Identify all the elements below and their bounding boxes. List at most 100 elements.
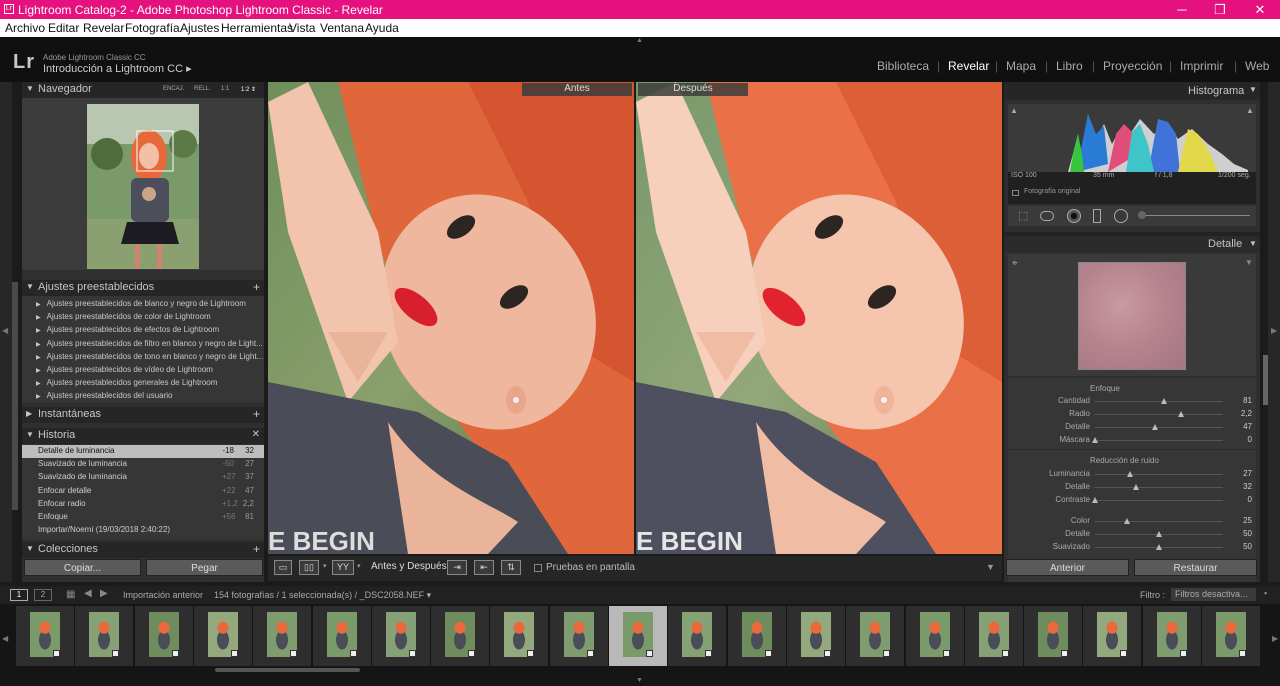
adjustment-brush-slider[interactable]	[1138, 215, 1250, 216]
filmstrip-thumbnail[interactable]	[905, 606, 964, 666]
filmstrip-count[interactable]: 154 fotografías / 1 seleccionada(s) / _D…	[214, 590, 431, 601]
menu-ventana[interactable]: Ventana	[320, 21, 364, 35]
forward-arrow-icon[interactable]: ▶	[100, 588, 108, 599]
radial-filter-icon[interactable]	[1114, 209, 1128, 223]
filmstrip-thumbnail[interactable]	[549, 606, 608, 666]
catalog-subtitle[interactable]: Introducción a Lightroom CC ▸	[43, 62, 192, 75]
preset-folder[interactable]: ▶ Ajustes preestablecidos del usuario	[36, 391, 172, 400]
filmstrip-thumbnail[interactable]	[1142, 606, 1201, 666]
filmstrip-scrollbar[interactable]	[215, 668, 360, 672]
zoom-1-2[interactable]: 1:2 ⇕	[241, 86, 256, 93]
menu-ayuda[interactable]: Ayuda	[365, 21, 399, 35]
menu-herramientas[interactable]: Herramientas	[221, 21, 293, 35]
preset-folder[interactable]: ▶ Ajustes preestablecidos de efectos de L…	[36, 325, 219, 334]
module-imprimir[interactable]: Imprimir	[1180, 59, 1223, 73]
filmstrip-thumbnail[interactable]	[1024, 606, 1083, 666]
filmstrip-thumbnail[interactable]	[490, 606, 549, 666]
adjustment-brush-icon[interactable]	[1138, 211, 1146, 219]
filmstrip-left-icon[interactable]: ◀	[2, 634, 8, 643]
original-photo-checkbox[interactable]	[1012, 190, 1019, 196]
history-item[interactable]: Enfoque +56 81	[22, 511, 264, 524]
filmstrip-thumbnail[interactable]	[75, 606, 134, 666]
preset-folder[interactable]: ▶ Ajustes preestablecidos de color de Lig…	[36, 312, 211, 321]
target-icon[interactable]: ⌖	[1012, 258, 1018, 269]
slider-luminance[interactable]: Luminancia 27	[1008, 468, 1264, 480]
clear-history-icon[interactable]: ✕	[252, 429, 260, 440]
preset-folder[interactable]: ▶ Ajustes preestablecidos generales de Li…	[36, 378, 217, 387]
graduated-filter-icon[interactable]	[1093, 209, 1101, 223]
module-libro[interactable]: Libro	[1056, 59, 1083, 73]
yy-view-button[interactable]: YY	[332, 560, 354, 575]
zoom-fit[interactable]: ENCAJ.	[163, 86, 184, 92]
slider-color[interactable]: Color 25	[1008, 515, 1264, 527]
close-button[interactable]: ✕	[1250, 2, 1270, 18]
maximize-button[interactable]: ❐	[1210, 2, 1230, 18]
before-image[interactable]: E BEGIN	[268, 82, 634, 554]
menu-editar[interactable]: Editar	[48, 21, 79, 35]
navigator-header[interactable]: ▼ Navegador ENCAJ. RELL. 1:1 1:2 ⇕	[22, 82, 264, 98]
preset-folder[interactable]: ▶ Ajustes preestablecidos de vídeo de Lig…	[36, 365, 213, 374]
collapse-bottom-icon[interactable]: ▼	[636, 677, 643, 684]
menu-revelar[interactable]: Revelar	[83, 21, 124, 35]
presets-header[interactable]: ▼ Ajustes preestablecidos +	[22, 280, 264, 296]
slider-sharpen-detail[interactable]: Detalle 47	[1008, 421, 1264, 433]
preset-folder[interactable]: ▶ Ajustes preestablecidos de blanco y neg…	[36, 299, 246, 308]
preset-folder[interactable]: ▶ Ajustes preestablecidos de filtro en bl…	[36, 339, 263, 348]
filmstrip-thumbnail[interactable]	[371, 606, 430, 666]
filmstrip-thumbnail[interactable]	[964, 606, 1023, 666]
slider-sharpen-mask[interactable]: Máscara 0	[1008, 434, 1264, 446]
module-web[interactable]: Web	[1245, 59, 1269, 73]
history-header[interactable]: ▼ Historia ✕	[22, 428, 264, 444]
history-item[interactable]: Suavizado de luminancia -50 27	[22, 458, 264, 471]
filmstrip-thumbnail[interactable]	[1083, 606, 1142, 666]
detail-preview-image[interactable]	[1078, 262, 1186, 370]
copy-button[interactable]: Copiar...	[24, 559, 141, 576]
histogram[interactable]: ▲ ▲ ISO 100 35 mm f / 1,8 1/200 seg. Fot…	[1008, 104, 1256, 204]
add-snapshot-icon[interactable]: +	[253, 407, 260, 421]
filmstrip-thumbnail[interactable]	[609, 606, 667, 666]
crop-tool-icon[interactable]: ⬚	[1018, 209, 1028, 222]
collections-header[interactable]: ▼ Colecciones +	[22, 542, 264, 558]
filmstrip-thumbnail[interactable]	[134, 606, 193, 666]
collapse-top-icon[interactable]: ▲	[636, 37, 643, 44]
slider-color-detail[interactable]: Detalle 50	[1008, 528, 1264, 540]
previous-button[interactable]: Anterior	[1006, 559, 1129, 576]
spot-removal-tool-icon[interactable]	[1040, 211, 1054, 221]
filmstrip-thumbnail[interactable]	[846, 606, 905, 666]
zoom-1-1[interactable]: 1:1	[221, 86, 229, 92]
history-item[interactable]: Suavizado de luminancia +27 37	[22, 471, 264, 484]
loupe-view-icon[interactable]: ▭	[274, 560, 292, 575]
detail-preview-toggle[interactable]: ▼	[1245, 258, 1253, 267]
minimize-button[interactable]: ─	[1172, 2, 1192, 17]
filmstrip-source[interactable]: Importación anterior	[123, 590, 203, 600]
detail-header[interactable]: Detalle ▼	[1004, 236, 1260, 252]
right-panel-toggle[interactable]: ▶	[1268, 82, 1280, 582]
history-item[interactable]: Enfocar detalle +22 47	[22, 485, 264, 498]
menu-archivo[interactable]: Archivo	[5, 21, 45, 35]
filmstrip-thumbnail[interactable]	[786, 606, 845, 666]
menu-vista[interactable]: Vista	[289, 21, 315, 35]
menu-ajustes[interactable]: Ajustes	[180, 21, 219, 35]
history-item[interactable]: Importar/Noemí (19/03/2018 2:40:22)	[22, 524, 264, 537]
yy-dropdown-icon[interactable]: ▾	[357, 562, 361, 570]
filmstrip-thumbnail[interactable]	[668, 606, 727, 666]
filter-lock-icon[interactable]: ▪	[1264, 588, 1267, 598]
history-item[interactable]: Enfocar radio +1,2 2,2	[22, 498, 264, 511]
reset-button[interactable]: Restaurar	[1134, 559, 1257, 576]
filmstrip-thumbnail[interactable]	[16, 606, 74, 666]
filmstrip-thumbnail[interactable]	[1202, 606, 1260, 666]
after-image[interactable]: E BEGIN	[636, 82, 1002, 554]
module-revelar[interactable]: Revelar	[948, 59, 989, 73]
slider-sharpen-amount[interactable]: Cantidad 81	[1008, 395, 1264, 407]
filmstrip-right-icon[interactable]: ▶	[1272, 634, 1278, 643]
slider-luminance-detail[interactable]: Detalle 32	[1008, 481, 1264, 493]
soft-proofing-checkbox[interactable]	[534, 564, 542, 572]
filmstrip-thumbnail[interactable]	[431, 606, 490, 666]
filmstrip-thumbnail[interactable]	[727, 606, 786, 666]
copy-before-to-after-icon[interactable]: ⇥	[447, 560, 467, 575]
navigator-thumbnail[interactable]	[87, 104, 199, 269]
module-proyeccion[interactable]: Proyección	[1103, 59, 1162, 73]
module-mapa[interactable]: Mapa	[1006, 59, 1036, 73]
red-eye-tool-icon[interactable]	[1067, 209, 1081, 223]
primary-window-button[interactable]: 1	[10, 589, 28, 601]
